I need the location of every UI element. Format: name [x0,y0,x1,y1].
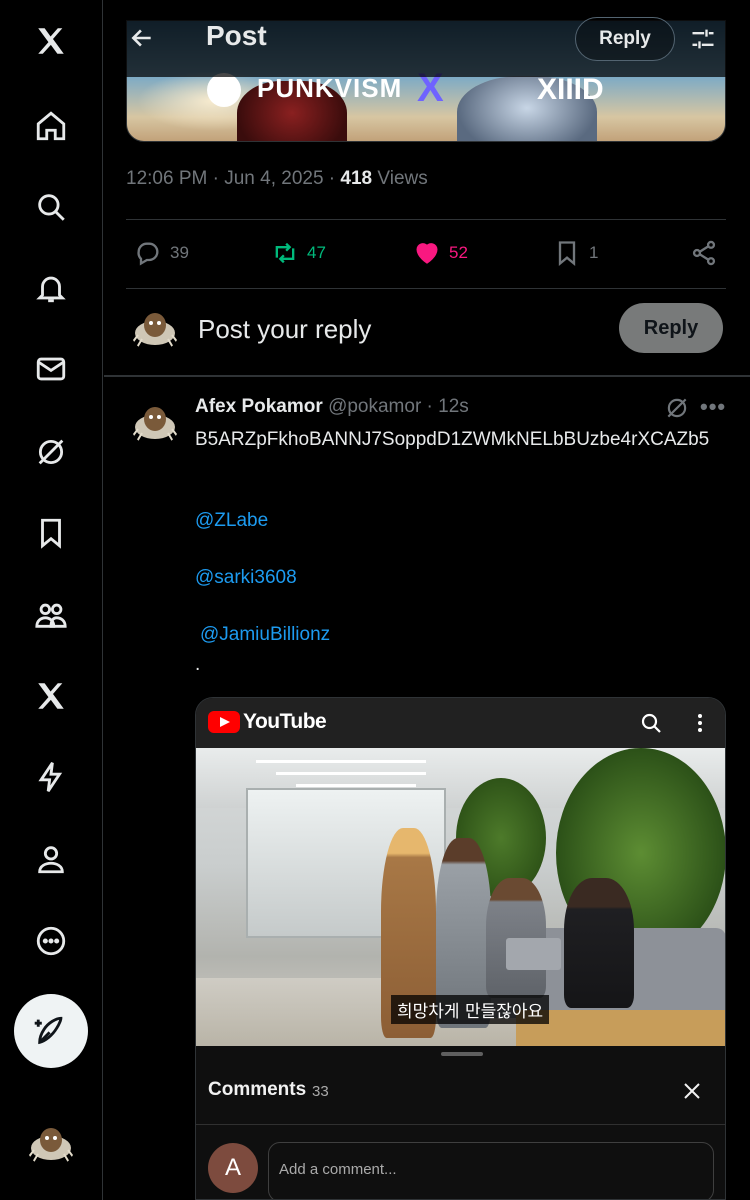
action-bar: 39 47 52 1 [126,233,726,273]
lightning-icon[interactable] [26,752,76,802]
top-bar: Post Reply [104,0,750,77]
sliders-icon[interactable] [686,22,720,56]
views-count: 418 [340,168,373,189]
account-avatar[interactable] [26,1118,76,1168]
repost-count: 47 [307,243,326,262]
grok-icon[interactable] [664,395,690,421]
reply-submit-button[interactable]: Reply [619,303,723,353]
youtube-logo: YouTube [208,710,327,734]
bookmark-count: 1 [589,243,599,262]
post-meta: 12:06 PM · Jun 4, 2025 · 418 Views [126,168,428,190]
post-time[interactable]: 12:06 PM [126,168,207,189]
meta-separator: · [323,168,341,189]
banner-brand-right: XIIID [537,73,604,106]
ape-logo-icon [207,73,241,107]
youtube-search-icon [639,711,663,735]
share-icon [692,240,716,266]
heart-icon [416,243,438,264]
divider [126,219,726,220]
share-action[interactable] [690,233,718,273]
page-title: Post [206,20,267,51]
mention-link[interactable]: @ZLabe [195,510,268,532]
reply-composer: Post your reply Reply [104,289,750,375]
back-arrow-icon[interactable] [126,22,158,54]
mail-icon[interactable] [26,344,76,394]
search-icon[interactable] [26,182,76,232]
like-action[interactable]: 52 [413,233,468,273]
meta-separator: · [207,168,225,189]
reply-input[interactable]: Post your reply [198,314,371,345]
nav-rail [0,0,103,1200]
author-handle[interactable]: @pokamor [328,396,421,417]
views-label: Views [372,168,428,189]
video-subtitle: 희망차게 만들잖아요 [391,995,550,1024]
bookmark-action[interactable]: 1 [553,233,598,273]
youtube-wordmark: YouTube [243,710,327,733]
reply-text: B5ARZpFkhoBANNJ7SoppdD1ZWMkNELbBUzbe4rXC… [195,429,710,450]
attached-image[interactable]: YouTube 희망차게 만들잖아요 Comments 33 A Add a c… [195,697,726,1200]
compose-post-button[interactable] [14,994,88,1068]
mention-link[interactable]: @JamiuBillionz [200,624,330,646]
reply-count: 39 [170,243,189,262]
bookmark-icon[interactable] [26,508,76,558]
divider [196,1124,725,1125]
reply-icon [137,242,159,266]
comments-title: Comments [208,1079,307,1100]
trailing-text: . [195,654,201,675]
video-frame: 희망차게 만들잖아요 [196,748,725,1046]
profile-icon[interactable] [26,834,76,884]
grok-icon[interactable] [26,427,76,477]
banner-brand-left: PUNKVISM [257,73,403,103]
more-circle-icon[interactable] [26,916,76,966]
post-date[interactable]: Jun 4, 2025 [224,168,323,189]
home-icon[interactable] [26,101,76,151]
drag-handle [441,1052,483,1056]
repost-action[interactable]: 47 [271,233,326,273]
more-options-icon[interactable]: ••• [700,394,728,422]
bookmark-outline-icon [558,241,576,266]
reply-time[interactable]: · 12s [421,396,469,417]
repost-icon [275,242,295,264]
like-count: 52 [449,243,468,262]
commenter-avatar: A [208,1143,258,1193]
header-reply-button[interactable]: Reply [575,17,675,61]
youtube-play-icon [208,711,240,733]
author-name[interactable]: Afex Pokamor [195,396,323,417]
youtube-comments-panel: Comments 33 A Add a comment... [196,1046,725,1199]
composer-avatar [130,303,180,353]
youtube-top-bar: YouTube [196,698,725,748]
bell-icon[interactable] [26,263,76,313]
premium-x-icon[interactable] [26,671,76,721]
reply-header: Afex Pokamor @pokamor · 12s [195,396,469,418]
x-logo-icon[interactable] [26,16,76,66]
close-icon [680,1079,704,1103]
mention-link[interactable]: @sarki3608 [195,567,297,589]
comments-count: 33 [312,1083,329,1100]
communities-icon[interactable] [26,590,76,640]
youtube-kebab-icon [688,711,712,735]
main-column: PUNKVISM X XIIID Post Reply 12:06 PM · J… [104,0,750,1200]
divider [104,375,750,377]
reply-author-avatar[interactable] [130,397,180,447]
comment-input: Add a comment... [268,1142,714,1199]
reply-action[interactable]: 39 [134,233,189,273]
